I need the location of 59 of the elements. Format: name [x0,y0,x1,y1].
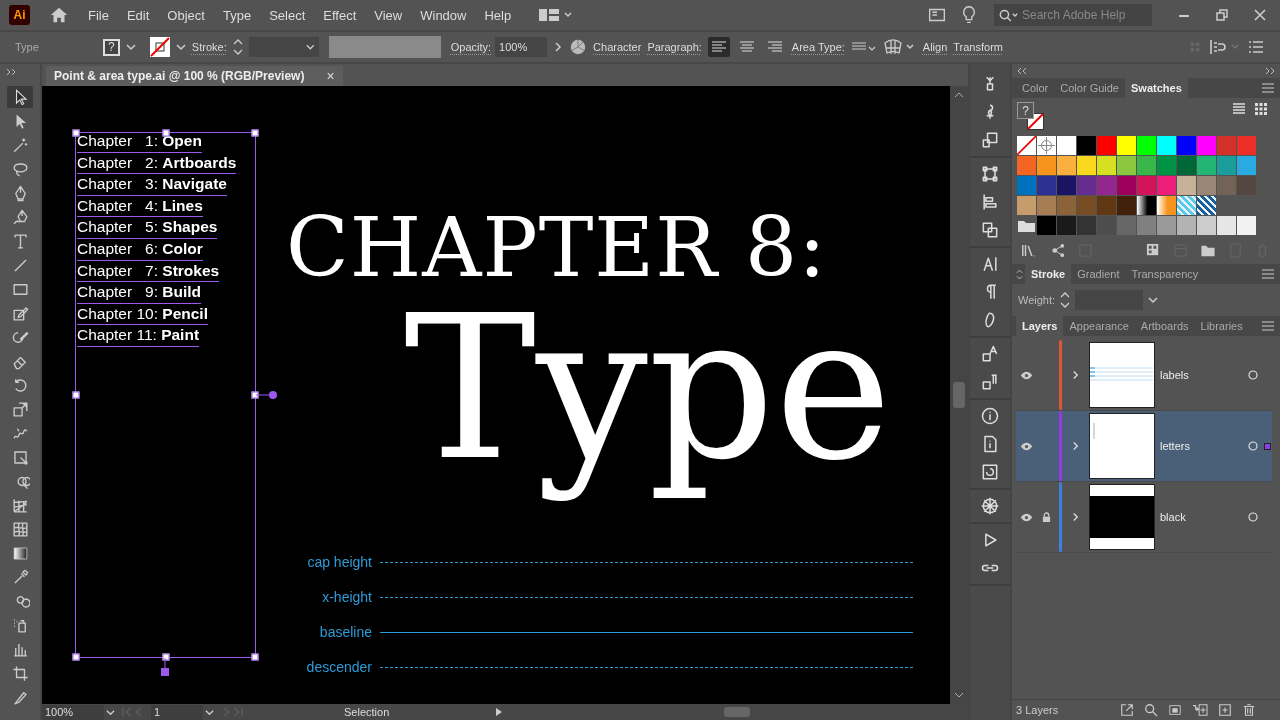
layer-count: 3 Layers [1016,704,1059,716]
panel-tab[interactable]: Color [1016,78,1055,98]
menu-item[interactable]: Edit [126,7,150,23]
panel-tab[interactable]: Libraries [1194,316,1249,336]
panel-tab[interactable]: Artboards [1134,316,1195,336]
weight-label: Weight: [1018,294,1056,306]
panel-tab[interactable]: Layers [1016,316,1064,336]
panel-tab[interactable]: Color Guide [1054,78,1125,98]
menu-item[interactable]: Help [484,7,512,23]
transform-link[interactable]: Transform [953,41,1003,53]
chapter-line: Chapter 4: Lines [77,195,203,218]
current-tool-label[interactable]: Selection [344,706,390,718]
chapter-heading: CHAPTER 8: [286,207,827,289]
help-search-field[interactable]: Search Adobe Help [994,4,1152,26]
opacity-label[interactable]: Opacity: [450,41,492,53]
menu-item[interactable]: Select [269,7,306,23]
menu-item[interactable]: Type [222,7,252,23]
chapter-line: Chapter 11: Paint [77,325,200,347]
area-type-label[interactable]: Area Type: [791,41,845,53]
menu-item[interactable]: Object [167,7,205,23]
panel-tab[interactable]: Transparency [1125,264,1205,284]
artboard-field[interactable]: 1 [151,704,203,720]
guide-label: cap height [306,554,372,570]
stroke-label[interactable]: Stroke: [191,41,227,53]
chapter-line: Chapter 2: Artboards [77,152,237,175]
layer-row[interactable]: labels [1016,340,1272,411]
panel-tab[interactable]: Swatches [1125,78,1188,98]
panel-tab[interactable]: Appearance [1063,316,1135,336]
guide-label: x-height [321,589,372,605]
layer-name: letters [1160,440,1190,452]
chapter-line: Chapter 9: Build [77,282,202,304]
chapter-line: Chapter 3: Navigate [77,174,227,196]
chapter-line: Chapter 10: Pencil [77,303,208,326]
guide-label: baseline [318,624,372,640]
layer-row[interactable]: black [1016,482,1272,553]
chapter-line: Chapter 6: Color [77,238,203,261]
fill-swatch[interactable]: ? [102,38,120,56]
paragraph-label[interactable]: Paragraph: [647,41,702,53]
guide-label: descender [305,659,372,675]
app-logo: Ai [9,5,30,25]
opacity-field[interactable]: 100% [495,37,548,57]
layer-name: labels [1160,369,1189,381]
zoom-field[interactable]: 100% [42,704,104,720]
fill-swatch[interactable]: ? [1017,102,1034,119]
layer-name: black [1160,511,1186,523]
character-link[interactable]: Character [593,41,642,53]
layer-row[interactable]: letters [1016,411,1272,482]
menu-item[interactable]: Window [420,7,467,23]
selection-type-label: Type [15,41,39,53]
chapter-line: Chapter 5: Shapes [77,217,218,239]
align-link[interactable]: Align [922,41,948,53]
menu-item[interactable]: File [88,7,109,23]
text-frame[interactable]: Chapter 1: Open Chapter 2: Artboards Chapter 3: Navigate Chapter 4: Lines Chapter 5: Shapes Chapter 6: Color Chapter 7: Strokes Chapter 9: Build Chapter 10: Pencil Chapter 11: Paint [75,132,256,658]
panel-tab[interactable]: Stroke [1025,264,1072,284]
chapter-line: Chapter 7: Strokes [77,260,220,283]
panel-tab[interactable]: Gradient [1071,264,1126,284]
document-tab[interactable]: Point & area type.ai @ 100 % (RGB/Preview) × [46,66,343,86]
menu-item[interactable]: View [374,7,403,23]
menu-item[interactable]: Effect [323,7,357,23]
